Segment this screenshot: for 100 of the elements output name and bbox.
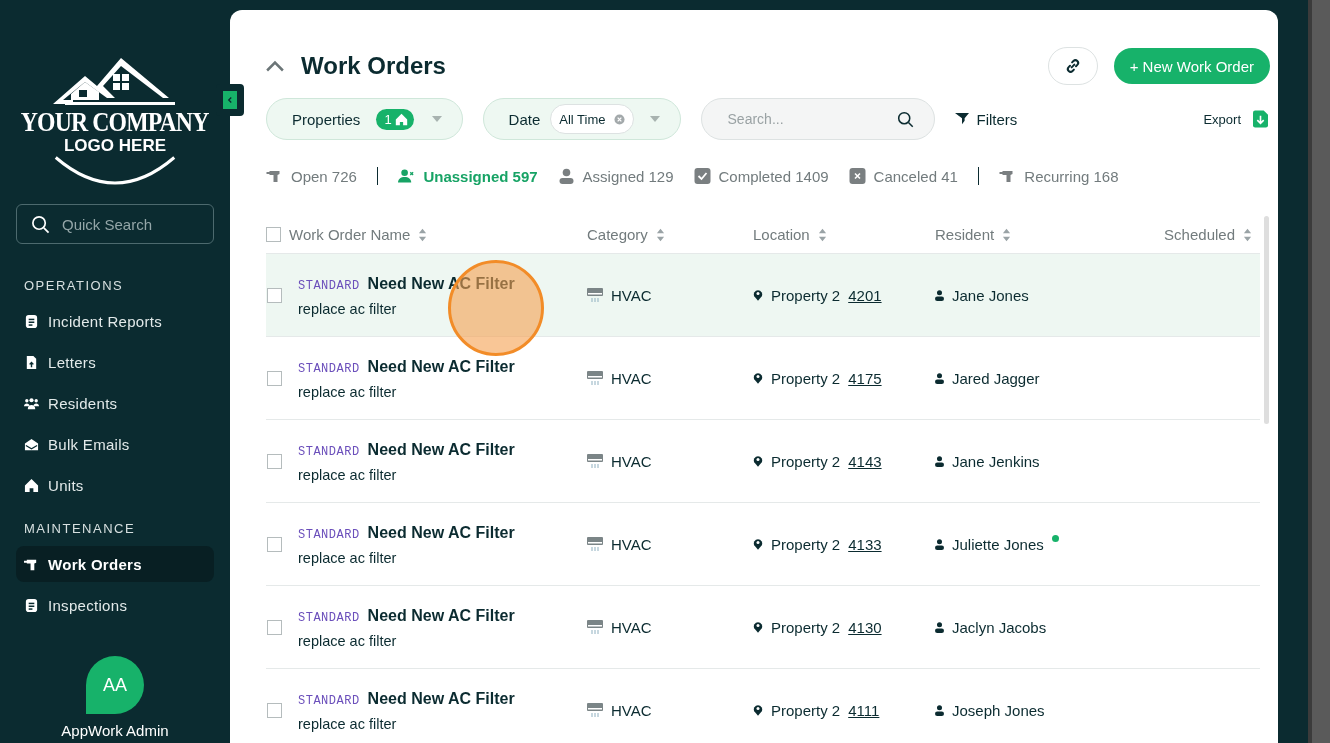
person-icon	[935, 538, 944, 550]
resident-name[interactable]: Jaclyn Jacobs	[952, 618, 1047, 636]
nav-item[interactable]: Letters	[16, 344, 214, 380]
nav-item[interactable]: Work Orders	[16, 546, 214, 582]
work-order-name[interactable]: Need New AC Filter	[367, 690, 515, 708]
column-header[interactable]: Scheduled	[1164, 226, 1235, 243]
air-conditioner-icon	[587, 702, 603, 718]
document-icon	[24, 313, 39, 329]
air-conditioner-icon	[587, 536, 603, 552]
work-order-name[interactable]: Need New AC Filter	[367, 607, 515, 625]
unit-link[interactable]: 4111	[848, 701, 880, 719]
file-download-icon	[1253, 110, 1268, 128]
status-tab[interactable]: Open 726	[266, 167, 357, 185]
table-row[interactable]: STANDARD Need New AC Filter replace ac filter HVAC Property 2 4111 Joseph Jones	[266, 669, 1260, 743]
table-row[interactable]: STANDARD Need New AC Filter replace ac filter HVAC Property 2 4130 Jaclyn Jacobs	[266, 586, 1260, 669]
quick-search-input[interactable]: Quick Search	[60, 214, 184, 234]
scrollbar-thumb[interactable]	[1264, 216, 1269, 424]
quick-search-field[interactable]: Quick Search	[16, 204, 214, 244]
dropdown-caret-icon	[431, 116, 442, 122]
status-tab[interactable]: Assigned 129	[557, 167, 674, 185]
resident-name[interactable]: Jared Jagger	[952, 369, 1040, 387]
drill-icon	[266, 168, 283, 184]
user-icon	[557, 168, 575, 184]
section-heading: OPERATIONS	[24, 278, 125, 293]
air-conditioner-icon	[587, 287, 603, 303]
document-icon	[24, 597, 39, 613]
clear-icon[interactable]	[613, 113, 625, 125]
work-order-name[interactable]: Need New AC Filter	[367, 358, 515, 376]
work-order-description: replace ac filter	[298, 384, 398, 400]
resident-name[interactable]: Jane Jenkins	[952, 452, 1040, 470]
property-name: Property 2	[771, 286, 841, 304]
table-row[interactable]: STANDARD Need New AC Filter replace ac filter HVAC Property 2 4133 Juliette Jones	[266, 503, 1260, 586]
dropdown-caret-icon	[649, 116, 660, 122]
status-tab[interactable]: Recurring 168	[999, 167, 1119, 185]
row-checkbox[interactable]	[267, 619, 282, 635]
type-label: STANDARD	[298, 611, 360, 625]
unit-link[interactable]: 4175	[848, 369, 882, 387]
file-upload-icon	[24, 354, 39, 370]
resident-name[interactable]: Juliette Jones	[952, 535, 1044, 553]
funnel-icon	[954, 112, 969, 126]
work-order-name[interactable]: Need New AC Filter	[367, 441, 515, 459]
type-label: STANDARD	[298, 694, 360, 708]
sort-icon[interactable]	[418, 226, 428, 243]
date-filter[interactable]: Date All Time	[482, 98, 681, 140]
nav-item[interactable]: Bulk Emails	[16, 426, 214, 462]
column-header[interactable]: Category	[587, 226, 648, 243]
nav-item[interactable]: Inspections	[16, 587, 214, 623]
column-header[interactable]: Work Order Name	[289, 226, 411, 243]
row-checkbox[interactable]	[267, 702, 282, 718]
column-header[interactable]: Location	[753, 226, 810, 243]
work-order-description: replace ac filter	[298, 301, 398, 317]
category-text: HVAC	[611, 618, 652, 636]
search-icon	[896, 110, 914, 128]
sort-icon[interactable]	[1002, 226, 1012, 243]
work-order-description: replace ac filter	[298, 633, 398, 649]
status-tab[interactable]: Completed 1409	[693, 167, 829, 185]
unit-link[interactable]: 4133	[848, 535, 882, 553]
export-button[interactable]: Export	[1203, 110, 1270, 128]
category-text: HVAC	[611, 452, 652, 470]
resident-name[interactable]: Jane Jones	[952, 286, 1029, 304]
user-name: AppWork Admin	[61, 722, 169, 740]
nav-item[interactable]: Incident Reports	[16, 303, 214, 339]
search-field[interactable]: Search...	[700, 98, 935, 140]
work-order-name[interactable]: Need New AC Filter	[367, 524, 515, 542]
column-header[interactable]: Resident	[935, 226, 995, 243]
type-label: STANDARD	[298, 528, 360, 542]
resident-name[interactable]: Joseph Jones	[952, 701, 1045, 719]
window-scrollbar[interactable]	[1308, 0, 1330, 743]
category-text: HVAC	[611, 701, 652, 719]
sort-icon[interactable]	[655, 226, 665, 243]
nav-item[interactable]: Residents	[16, 385, 214, 421]
chevron-up-icon[interactable]	[266, 60, 284, 72]
row-checkbox[interactable]	[267, 287, 282, 303]
sort-icon[interactable]	[817, 226, 827, 243]
copy-link-button[interactable]	[1047, 47, 1098, 85]
table-row[interactable]: STANDARD Need New AC Filter replace ac filter HVAC Property 2 4175 Jared Jagger	[266, 337, 1260, 420]
select-all-checkbox[interactable]	[266, 227, 281, 242]
row-checkbox[interactable]	[267, 453, 282, 469]
page-title: Work Orders	[301, 52, 446, 80]
work-order-description: replace ac filter	[298, 550, 398, 566]
sort-icon[interactable]	[1243, 226, 1252, 243]
unit-link[interactable]: 4201	[848, 286, 882, 304]
property-name: Property 2	[771, 535, 841, 553]
type-label: STANDARD	[298, 445, 360, 459]
row-checkbox[interactable]	[267, 370, 282, 386]
user-x-icon	[398, 168, 416, 184]
row-checkbox[interactable]	[267, 536, 282, 552]
nav-item[interactable]: Units	[16, 467, 214, 503]
search-icon	[31, 214, 50, 234]
properties-filter[interactable]: Properties 1	[266, 98, 463, 140]
air-conditioner-icon	[587, 619, 603, 635]
unit-link[interactable]: 4130	[848, 618, 882, 636]
filters-button[interactable]: Filters	[954, 110, 1018, 128]
unit-link[interactable]: 4143	[848, 452, 882, 470]
air-conditioner-icon	[587, 453, 603, 469]
table-row[interactable]: STANDARD Need New AC Filter replace ac filter HVAC Property 2 4143 Jane Jenkins	[266, 420, 1260, 503]
work-order-description: replace ac filter	[298, 716, 398, 732]
search-input[interactable]: Search...	[725, 110, 897, 128]
person-icon	[935, 289, 944, 301]
status-tab[interactable]: Canceled 41	[848, 167, 958, 185]
